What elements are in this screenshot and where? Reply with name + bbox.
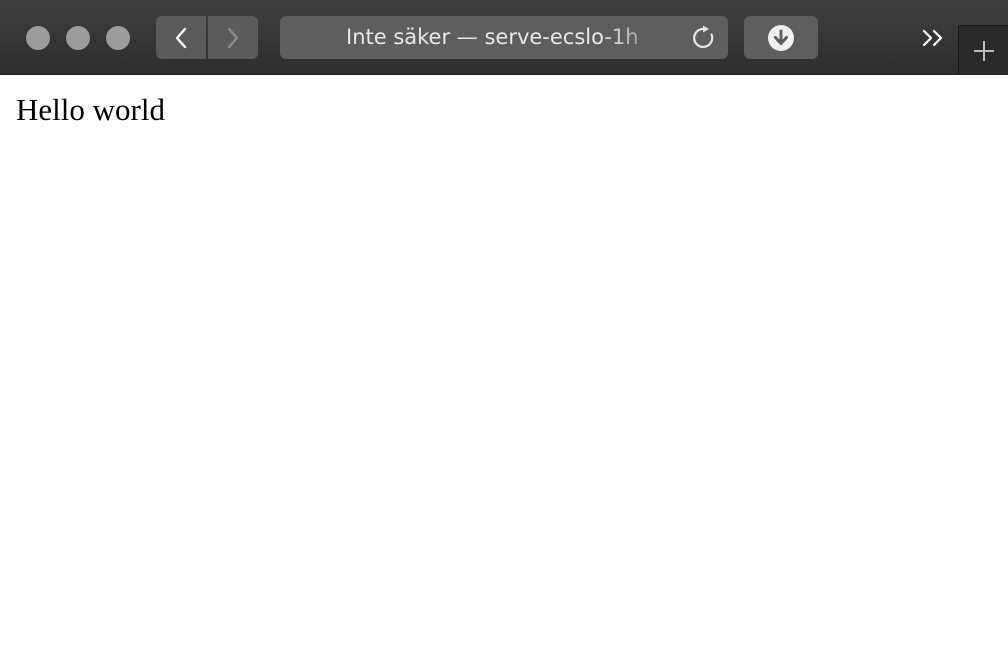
forward-button[interactable] <box>208 16 258 59</box>
maximize-window-button[interactable] <box>106 26 130 50</box>
page-content: Hello world <box>0 76 1008 652</box>
browser-toolbar: Inte säker — serve-ecslo-1h <box>0 0 1008 75</box>
address-text: Inte säker — serve-ecslo-1h <box>346 25 639 49</box>
browser-window: Inte säker — serve-ecslo-1h Hello world <box>0 0 1008 652</box>
minimize-window-button[interactable] <box>66 26 90 50</box>
back-button[interactable] <box>156 16 206 59</box>
address-bar[interactable]: Inte säker — serve-ecslo-1h <box>280 16 728 59</box>
toolbar-overflow-button[interactable] <box>916 22 950 54</box>
reload-icon <box>693 25 714 49</box>
chevron-left-icon <box>175 27 187 48</box>
chevron-right-icon <box>227 27 239 48</box>
page-text: Hello world <box>16 92 165 127</box>
new-tab-button[interactable] <box>958 25 1008 75</box>
downloads-button[interactable] <box>744 16 818 59</box>
plus-icon <box>973 40 994 61</box>
download-icon <box>768 24 794 51</box>
close-window-button[interactable] <box>26 26 50 50</box>
reload-button[interactable] <box>690 24 718 52</box>
double-chevron-right-icon <box>922 29 943 47</box>
